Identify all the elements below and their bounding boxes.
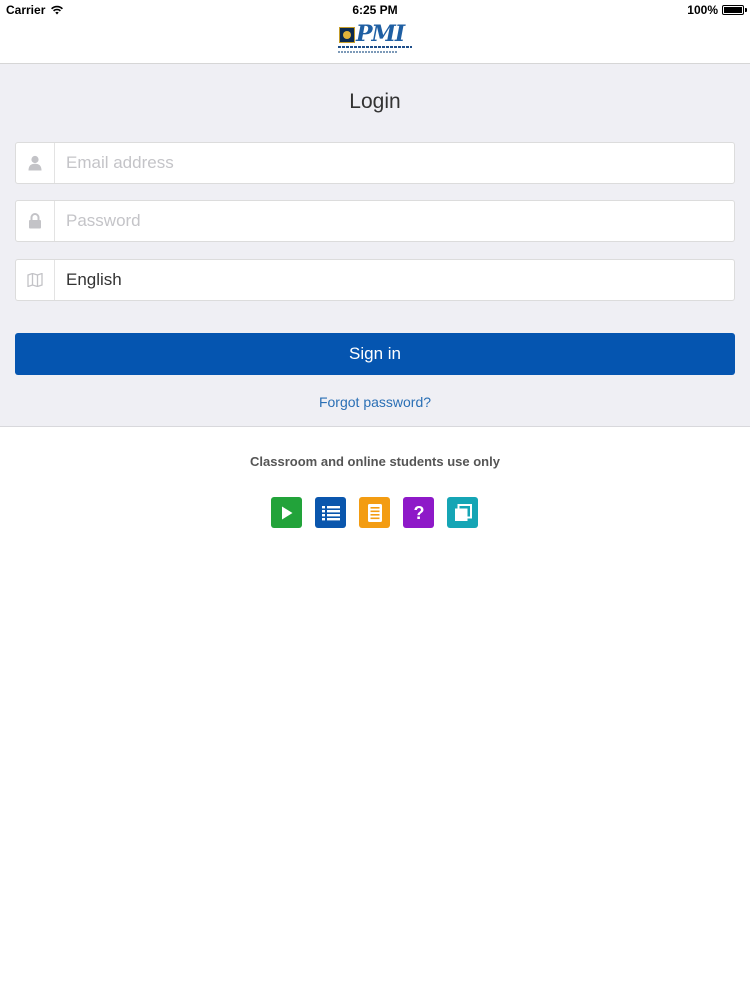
svg-text:?: ?	[413, 503, 424, 523]
app-icon-row: ?	[271, 497, 478, 528]
battery-percent: 100%	[687, 3, 718, 17]
battery-status: 100%	[687, 3, 747, 17]
sign-in-button[interactable]: Sign in	[15, 333, 735, 375]
logo-subtitle-text	[338, 51, 398, 53]
forgot-password-link[interactable]: Forgot password?	[0, 394, 750, 410]
language-select[interactable]: English	[15, 259, 735, 301]
copy-icon[interactable]	[447, 497, 478, 528]
logo-arabic-text	[338, 46, 412, 48]
password-input[interactable]	[66, 201, 726, 241]
status-time: 6:25 PM	[352, 3, 398, 17]
login-panel: Login English Sign in Forgot pass	[0, 64, 750, 427]
user-icon	[16, 143, 55, 183]
students-note: Classroom and online students use only	[250, 454, 500, 469]
battery-level	[724, 7, 742, 13]
question-icon[interactable]: ?	[403, 497, 434, 528]
map-icon	[16, 260, 55, 300]
status-bar: Carrier 6:25 PM 100%	[0, 0, 750, 22]
header-bar: PMI	[0, 21, 750, 64]
battery-icon	[722, 5, 747, 15]
book-icon[interactable]	[359, 497, 390, 528]
logo-emblem	[339, 27, 355, 43]
password-field[interactable]	[15, 200, 735, 242]
lock-icon	[16, 201, 55, 241]
pmi-logo: PMI	[338, 21, 412, 57]
play-icon[interactable]	[271, 497, 302, 528]
page-title: Login	[349, 90, 401, 113]
logo-wordmark: PMI	[356, 21, 405, 47]
list-icon[interactable]	[315, 497, 346, 528]
email-field[interactable]	[15, 142, 735, 184]
email-input[interactable]	[66, 143, 726, 183]
language-value: English	[66, 270, 122, 289]
